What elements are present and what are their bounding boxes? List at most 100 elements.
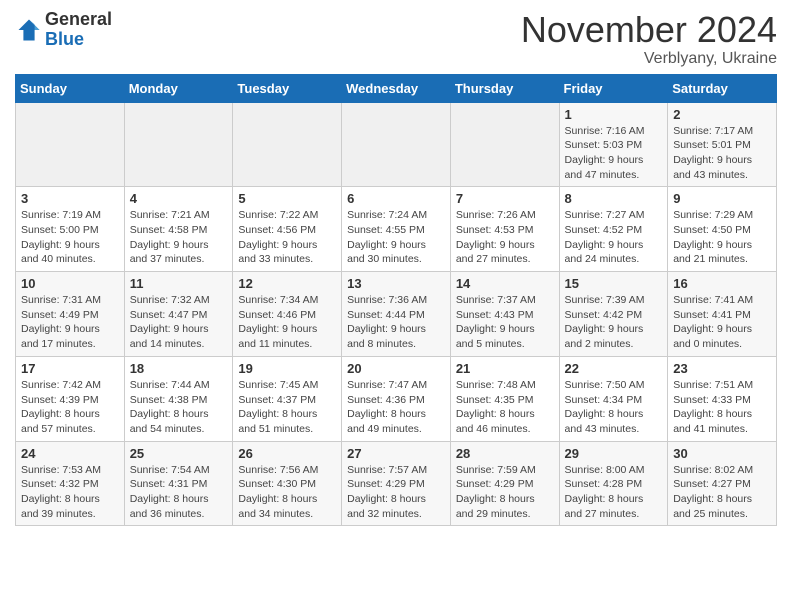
month-title: November 2024 (521, 10, 777, 50)
col-saturday: Saturday (668, 74, 777, 102)
calendar-cell (233, 102, 342, 187)
day-number: 27 (347, 446, 445, 461)
calendar-cell: 15 Sunrise: 7:39 AMSunset: 4:42 PMDayligh… (559, 272, 668, 357)
col-tuesday: Tuesday (233, 74, 342, 102)
day-number: 17 (21, 361, 119, 376)
day-info: Sunrise: 7:21 AMSunset: 4:58 PMDaylight:… (130, 208, 228, 267)
logo-general: General (45, 10, 112, 30)
calendar-cell: 26Sunrise: 7:56 AMSunset: 4:30 PMDayligh… (233, 441, 342, 526)
calendar-cell: 4 Sunrise: 7:21 AMSunset: 4:58 PMDaylight… (124, 187, 233, 272)
logo-icon (15, 16, 43, 44)
day-info: Sunrise: 7:27 AMSunset: 4:52 PMDaylight:… (565, 208, 663, 267)
title-block: November 2024 Verblyany, Ukraine (521, 10, 777, 68)
day-info: Sunrise: 7:53 AMSunset: 4:32 PMDaylight:… (21, 463, 119, 522)
day-info: Sunrise: 7:36 AMSunset: 4:44 PMDaylight:… (347, 293, 445, 352)
day-number: 21 (456, 361, 554, 376)
calendar-cell (342, 102, 451, 187)
calendar-cell: 7 Sunrise: 7:26 AMSunset: 4:53 PMDaylight… (450, 187, 559, 272)
day-info: Sunrise: 7:44 AMSunset: 4:38 PMDaylight:… (130, 378, 228, 437)
col-thursday: Thursday (450, 74, 559, 102)
calendar-week-row-3: 17Sunrise: 7:42 AMSunset: 4:39 PMDayligh… (16, 356, 777, 441)
calendar-week-row-1: 3Sunrise: 7:19 AMSunset: 5:00 PMDaylight… (16, 187, 777, 272)
calendar-cell: 10 Sunrise: 7:31 AMSunset: 4:49 PMDayligh… (16, 272, 125, 357)
calendar-cell (16, 102, 125, 187)
day-info: Sunrise: 7:51 AMSunset: 4:33 PMDaylight:… (673, 378, 771, 437)
calendar-cell: 22 Sunrise: 7:50 AMSunset: 4:34 PMDayligh… (559, 356, 668, 441)
day-info: Sunrise: 7:32 AMSunset: 4:47 PMDaylight:… (130, 293, 228, 352)
calendar-cell: 19 Sunrise: 7:45 AMSunset: 4:37 PMDayligh… (233, 356, 342, 441)
col-wednesday: Wednesday (342, 74, 451, 102)
calendar-week-row-0: 1 Sunrise: 7:16 AMSunset: 5:03 PMDaylight… (16, 102, 777, 187)
calendar-header-row: Sunday Monday Tuesday Wednesday Thursday… (16, 74, 777, 102)
logo-blue: Blue (45, 30, 112, 50)
location-title: Verblyany, Ukraine (521, 50, 777, 68)
day-number: 1 (565, 107, 663, 122)
logo-text: General Blue (45, 10, 112, 50)
day-number: 16 (673, 276, 771, 291)
calendar-cell (124, 102, 233, 187)
calendar-cell: 9 Sunrise: 7:29 AMSunset: 4:50 PMDaylight… (668, 187, 777, 272)
day-info: Sunrise: 7:34 AMSunset: 4:46 PMDaylight:… (238, 293, 336, 352)
day-number: 5 (238, 191, 336, 206)
day-info: Sunrise: 7:54 AMSunset: 4:31 PMDaylight:… (130, 463, 228, 522)
calendar-week-row-4: 24 Sunrise: 7:53 AMSunset: 4:32 PMDayligh… (16, 441, 777, 526)
day-info: Sunrise: 7:16 AMSunset: 5:03 PMDaylight:… (565, 124, 663, 183)
calendar-cell: 24 Sunrise: 7:53 AMSunset: 4:32 PMDayligh… (16, 441, 125, 526)
day-number: 6 (347, 191, 445, 206)
day-info: Sunrise: 7:39 AMSunset: 4:42 PMDaylight:… (565, 293, 663, 352)
calendar-week-row-2: 10 Sunrise: 7:31 AMSunset: 4:49 PMDayligh… (16, 272, 777, 357)
day-info: Sunrise: 7:47 AMSunset: 4:36 PMDaylight:… (347, 378, 445, 437)
day-number: 8 (565, 191, 663, 206)
day-number: 30 (673, 446, 771, 461)
day-number: 22 (565, 361, 663, 376)
col-friday: Friday (559, 74, 668, 102)
calendar-cell: 3Sunrise: 7:19 AMSunset: 5:00 PMDaylight… (16, 187, 125, 272)
calendar-cell: 18 Sunrise: 7:44 AMSunset: 4:38 PMDayligh… (124, 356, 233, 441)
day-number: 10 (21, 276, 119, 291)
calendar-cell: 13 Sunrise: 7:36 AMSunset: 4:44 PMDayligh… (342, 272, 451, 357)
day-number: 25 (130, 446, 228, 461)
header: General Blue November 2024 Verblyany, Uk… (15, 10, 777, 68)
calendar-cell: 2Sunrise: 7:17 AMSunset: 5:01 PMDaylight… (668, 102, 777, 187)
calendar-cell: 20 Sunrise: 7:47 AMSunset: 4:36 PMDayligh… (342, 356, 451, 441)
calendar-table: Sunday Monday Tuesday Wednesday Thursday… (15, 74, 777, 527)
day-number: 13 (347, 276, 445, 291)
day-number: 9 (673, 191, 771, 206)
day-info: Sunrise: 7:26 AMSunset: 4:53 PMDaylight:… (456, 208, 554, 267)
day-info: Sunrise: 7:19 AMSunset: 5:00 PMDaylight:… (21, 208, 119, 267)
calendar-cell: 5 Sunrise: 7:22 AMSunset: 4:56 PMDaylight… (233, 187, 342, 272)
day-info: Sunrise: 7:45 AMSunset: 4:37 PMDaylight:… (238, 378, 336, 437)
day-number: 28 (456, 446, 554, 461)
day-number: 4 (130, 191, 228, 206)
day-number: 20 (347, 361, 445, 376)
day-info: Sunrise: 8:00 AMSunset: 4:28 PMDaylight:… (565, 463, 663, 522)
day-number: 7 (456, 191, 554, 206)
calendar-cell: 12 Sunrise: 7:34 AMSunset: 4:46 PMDayligh… (233, 272, 342, 357)
col-sunday: Sunday (16, 74, 125, 102)
day-number: 23 (673, 361, 771, 376)
calendar-cell: 30 Sunrise: 8:02 AMSunset: 4:27 PMDayligh… (668, 441, 777, 526)
day-number: 15 (565, 276, 663, 291)
day-info: Sunrise: 7:37 AMSunset: 4:43 PMDaylight:… (456, 293, 554, 352)
day-info: Sunrise: 7:31 AMSunset: 4:49 PMDaylight:… (21, 293, 119, 352)
calendar-cell: 23 Sunrise: 7:51 AMSunset: 4:33 PMDayligh… (668, 356, 777, 441)
day-number: 12 (238, 276, 336, 291)
day-number: 19 (238, 361, 336, 376)
day-info: Sunrise: 7:56 AMSunset: 4:30 PMDaylight:… (238, 463, 336, 522)
calendar-cell: 17Sunrise: 7:42 AMSunset: 4:39 PMDayligh… (16, 356, 125, 441)
day-info: Sunrise: 7:24 AMSunset: 4:55 PMDaylight:… (347, 208, 445, 267)
day-number: 24 (21, 446, 119, 461)
day-number: 11 (130, 276, 228, 291)
day-info: Sunrise: 7:22 AMSunset: 4:56 PMDaylight:… (238, 208, 336, 267)
logo: General Blue (15, 10, 112, 50)
calendar-cell: 21 Sunrise: 7:48 AMSunset: 4:35 PMDayligh… (450, 356, 559, 441)
day-info: Sunrise: 7:50 AMSunset: 4:34 PMDaylight:… (565, 378, 663, 437)
day-number: 2 (673, 107, 771, 122)
day-info: Sunrise: 8:02 AMSunset: 4:27 PMDaylight:… (673, 463, 771, 522)
calendar-cell: 14Sunrise: 7:37 AMSunset: 4:43 PMDayligh… (450, 272, 559, 357)
day-info: Sunrise: 7:29 AMSunset: 4:50 PMDaylight:… (673, 208, 771, 267)
calendar-cell: 16Sunrise: 7:41 AMSunset: 4:41 PMDayligh… (668, 272, 777, 357)
day-number: 18 (130, 361, 228, 376)
day-info: Sunrise: 7:48 AMSunset: 4:35 PMDaylight:… (456, 378, 554, 437)
calendar-cell: 28Sunrise: 7:59 AMSunset: 4:29 PMDayligh… (450, 441, 559, 526)
